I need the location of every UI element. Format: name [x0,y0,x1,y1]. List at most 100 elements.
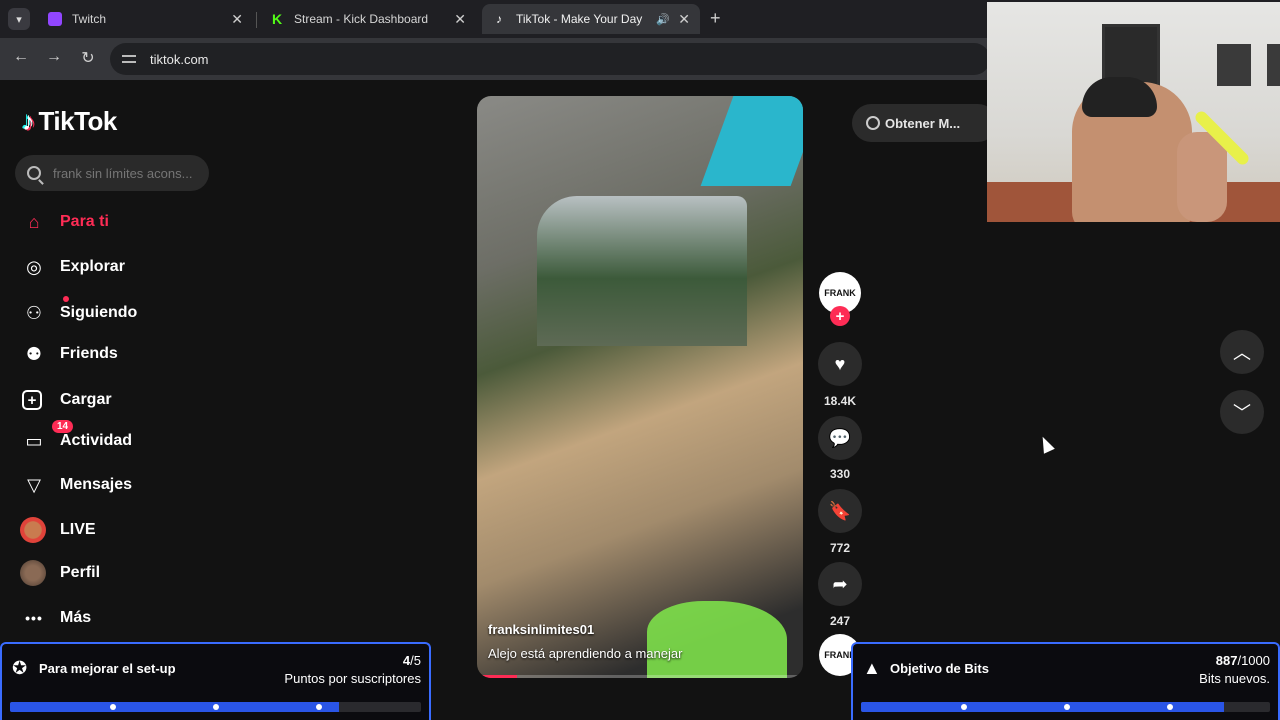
tab-title: Stream - Kick Dashboard [294,12,429,26]
close-tab-icon[interactable]: ✕ [454,11,466,28]
tiktok-logo[interactable]: ♪ TikTok [22,106,117,137]
search-input[interactable] [53,165,203,181]
goal-title: Objetivo de Bits [890,661,989,676]
bits-goal-widget: ▲ Objetivo de Bits 887/1000 Bits nuevos. [851,642,1280,720]
like-count: 18.4K [823,394,857,408]
messages-icon: ▽ [27,474,41,495]
follow-plus-button[interactable]: + [830,306,850,326]
sidebar-item-cargar[interactable]: + Cargar [22,385,112,415]
goal-title: Para mejorar el set-up [39,661,176,676]
video-description: Alejo está aprendiendo a manejar [488,646,683,661]
profile-avatar [20,560,46,586]
goal-count: 4/5 [403,653,421,668]
tab-search-icon[interactable]: ▾ [8,8,30,30]
close-tab-icon[interactable]: ✕ [678,11,690,28]
new-tab-button[interactable]: + [710,8,721,29]
streamer-hair [1082,77,1157,117]
tab-tiktok[interactable]: ♪ TikTok - Make Your Day 🔊 ✕ [482,4,700,34]
goal-tick [961,704,967,710]
url-text: tiktok.com [150,51,209,67]
sidebar-item-label: Cargar [60,391,112,408]
share-count: 247 [829,614,851,628]
site-settings-icon[interactable] [122,53,138,65]
tab-twitch[interactable]: Twitch ✕ [38,4,253,34]
tab-title: TikTok - Make Your Day [516,12,643,26]
webcam-overlay [987,2,1280,222]
tiktok-icon: ♪ [496,12,502,26]
goal-count-total: /1000 [1237,653,1270,668]
save-count: 772 [829,541,851,555]
comment-icon: 💬 [828,427,852,448]
sidebar-item-live[interactable]: LIVE [20,515,96,545]
heart-icon: ♥ [834,353,846,374]
like-button[interactable]: ♥ [818,342,862,386]
goal-progress-fill [10,702,339,712]
goal-count-total: /5 [410,653,421,668]
goal-subtitle: Bits nuevos. [1199,671,1270,686]
live-avatar [20,517,46,543]
audio-playing-icon[interactable]: 🔊 [656,13,670,26]
get-app-label: Obtener M... [885,115,961,131]
goal-subtitle: Puntos por suscriptores [284,671,421,686]
tab-title: Twitch [72,12,107,26]
search-icon [27,166,41,180]
mouse-cursor-icon [1037,434,1055,454]
video-player[interactable]: franksinlimites01 Alejo está aprendiendo… [477,96,803,678]
search-box[interactable] [15,155,209,191]
save-button[interactable]: 🔖 [818,489,862,533]
video-progress-bar[interactable] [477,675,803,678]
goal-tick [1167,704,1173,710]
video-username[interactable]: franksinlimites01 [488,622,594,637]
close-tab-icon[interactable]: ✕ [231,11,243,28]
wall-poster [1267,44,1280,86]
sidebar-item-label: Explorar [60,258,125,275]
goal-count: 887/1000 [1216,653,1270,668]
goal-progress-bar [10,702,421,712]
sidebar-item-perfil[interactable]: Perfil [20,558,100,588]
chevron-down-icon: ﹀ [1233,403,1251,423]
goal-tick [110,704,116,710]
share-icon: ➦ [832,573,848,594]
video-green-object [647,601,787,678]
sidebar-item-explorar[interactable]: ◎ Explorar [22,252,125,282]
goal-progress-bar [861,702,1270,712]
notification-dot [63,296,69,302]
comment-button[interactable]: 💬 [818,416,862,460]
sidebar-item-label: Más [60,609,92,626]
home-icon: ⌂ [28,211,40,232]
goal-count-current: 887 [1215,653,1238,668]
tab-separator [256,12,257,28]
sidebar-item-mensajes[interactable]: ▽ Mensajes [22,470,132,500]
bits-icon: ▲ [863,658,881,678]
forward-button[interactable]: → [43,48,65,66]
next-video-button[interactable]: ﹀ [1220,390,1264,434]
reload-button[interactable]: ↻ [77,48,99,68]
more-icon: ••• [25,610,43,626]
video-sky [700,96,803,186]
streamer-hand [1177,132,1227,222]
sidebar-item-actividad[interactable]: ▭ 14 Actividad [22,420,132,456]
sidebar-item-label: Siguiendo [60,304,138,321]
upload-icon: + [22,390,42,410]
compass-icon: ◎ [26,256,42,277]
sidebar-item-label: Mensajes [60,476,133,493]
previous-video-button[interactable]: ︿ [1220,330,1264,374]
friends-icon: ⚉ [25,343,43,364]
app-icon [866,116,880,130]
tab-kick[interactable]: K Stream - Kick Dashboard ✕ [260,4,476,34]
sidebar-item-mas[interactable]: ••• Más [22,603,91,633]
sidebar-item-siguiendo[interactable]: ⚇ Siguiendo [22,296,138,328]
star-icon: ✪ [12,658,28,678]
address-bar[interactable]: tiktok.com [110,43,990,75]
subscriber-goal-widget: ✪ Para mejorar el set-up 4/5 Puntos por … [0,642,431,720]
activity-badge: 14 [52,420,74,433]
bookmark-icon: 🔖 [828,500,852,521]
goal-tick [316,704,322,710]
video-scenery [537,196,747,346]
back-button[interactable]: ← [10,48,32,66]
logo-text: TikTok [38,106,118,136]
sidebar-item-friends[interactable]: ⚉ Friends [22,339,118,369]
get-app-button[interactable]: Obtener M... [852,104,997,142]
share-button[interactable]: ➦ [818,562,862,606]
sidebar-item-para-ti[interactable]: ⌂ Para ti [22,207,109,237]
